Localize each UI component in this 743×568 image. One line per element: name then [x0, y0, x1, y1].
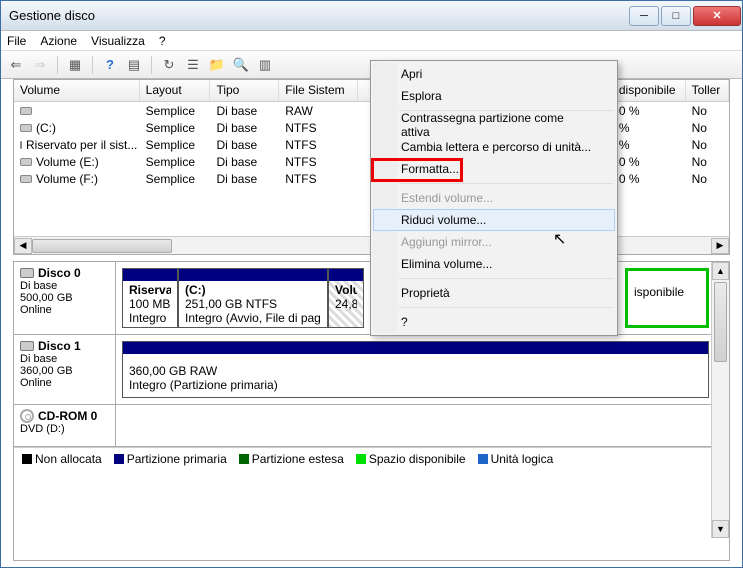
scroll-down-icon[interactable]: ▼ — [712, 520, 729, 538]
v-scrollbar[interactable]: ▲ ▼ — [711, 262, 729, 538]
cdrom-row[interactable]: CD-ROM 0 DVD (D:) — [14, 405, 729, 447]
disk-1-row[interactable]: Disco 1 Di base 360,00 GB Online 360,00 … — [14, 335, 729, 405]
ctx-explore[interactable]: Esplora — [373, 85, 615, 107]
cdrom-icon — [20, 409, 34, 423]
scroll-thumb[interactable] — [32, 239, 172, 253]
folder-icon[interactable]: 📁 — [208, 56, 226, 74]
col-tol[interactable]: Toller — [686, 80, 729, 101]
settings-icon[interactable]: ☰ — [184, 56, 202, 74]
ctx-mirror: Aggiungi mirror... — [373, 231, 615, 253]
volume-icon — [20, 124, 32, 132]
ctx-change-letter[interactable]: Cambia lettera e percorso di unità... — [373, 136, 615, 158]
legend: Non allocata Partizione primaria Partizi… — [14, 447, 729, 469]
menu-action[interactable]: Azione — [40, 34, 77, 48]
refresh-icon[interactable]: ↻ — [160, 56, 178, 74]
ctx-mark-active[interactable]: Contrassegna partizione come attiva — [373, 114, 615, 136]
volume-icon — [20, 158, 32, 166]
scroll-thumb-v[interactable] — [714, 282, 727, 362]
partition-disk1[interactable]: 360,00 GB RAWIntegro (Partizione primari… — [122, 341, 709, 398]
volume-icon — [20, 141, 22, 149]
minimize-button[interactable] — [629, 6, 659, 26]
disk-icon — [20, 268, 34, 278]
col-type[interactable]: Tipo — [210, 80, 279, 101]
menu-view[interactable]: Visualizza — [91, 34, 145, 48]
chart-icon[interactable]: ▥ — [256, 56, 274, 74]
col-layout[interactable]: Layout — [140, 80, 211, 101]
ctx-open[interactable]: Apri — [373, 63, 615, 85]
partition-reserved[interactable]: Riserva100 MBIntegro — [122, 268, 178, 328]
forward-icon[interactable]: ⇒ — [31, 56, 49, 74]
view-icon[interactable]: ▤ — [125, 56, 143, 74]
ctx-extend: Estendi volume... — [373, 187, 615, 209]
col-volume[interactable]: Volume — [14, 80, 140, 101]
ctx-format[interactable]: Formatta... — [373, 158, 615, 180]
ctx-shrink[interactable]: Riduci volume... — [373, 209, 615, 231]
ctx-properties[interactable]: Proprietà — [373, 282, 615, 304]
col-fs[interactable]: File Sistem — [279, 80, 358, 101]
volume-icon — [20, 175, 32, 183]
help-icon[interactable]: ? — [101, 56, 119, 74]
col-avail[interactable]: disponibile — [613, 80, 686, 101]
scroll-left-icon[interactable]: ◀ — [14, 238, 32, 254]
scroll-right-icon[interactable]: ▶ — [711, 238, 729, 254]
ctx-help[interactable]: ? — [373, 311, 615, 333]
disk-icon — [20, 341, 34, 351]
window-title: Gestione disco — [9, 8, 628, 23]
partition-c[interactable]: (C:)251,00 GB NTFSIntegro (Avvio, File d… — [178, 268, 328, 328]
menubar: File Azione Visualizza ? — [1, 31, 742, 51]
partition-vol[interactable]: Volu24,8 — [328, 268, 364, 328]
menu-file[interactable]: File — [7, 34, 26, 48]
partition-free[interactable]: isponibile — [625, 268, 709, 328]
scan-icon[interactable]: 🔍 — [232, 56, 250, 74]
back-icon[interactable]: ⇐ — [7, 56, 25, 74]
volume-icon — [20, 107, 32, 115]
context-menu: Apri Esplora Contrassegna partizione com… — [370, 60, 618, 336]
ctx-delete[interactable]: Elimina volume... — [373, 253, 615, 275]
titlebar[interactable]: Gestione disco — [1, 1, 742, 31]
maximize-button[interactable] — [661, 6, 691, 26]
properties-icon[interactable]: ▦ — [66, 56, 84, 74]
menu-help[interactable]: ? — [159, 34, 166, 48]
close-button[interactable] — [693, 6, 741, 26]
scroll-up-icon[interactable]: ▲ — [712, 262, 729, 280]
